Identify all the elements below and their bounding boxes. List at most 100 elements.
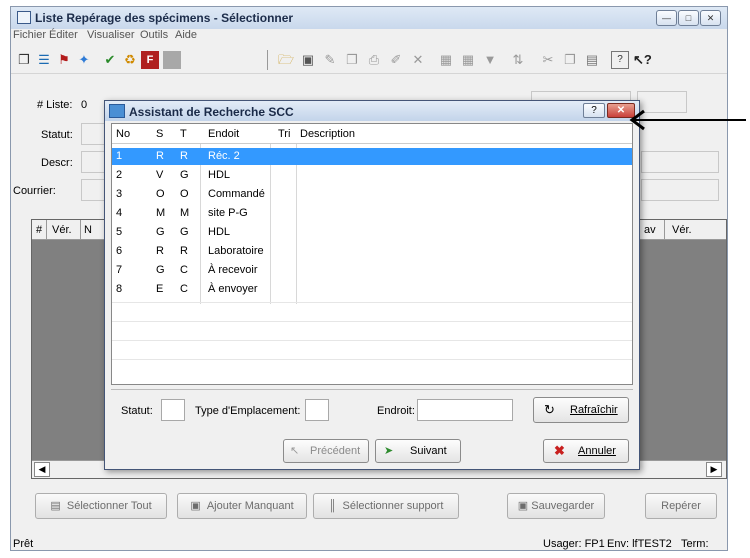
next-button[interactable]: ➤ Suivant <box>375 439 461 463</box>
row-s: M <box>156 207 166 219</box>
status-ready: Prêt <box>13 538 34 550</box>
print-icon[interactable]: ⎙ <box>365 51 383 69</box>
dialog-endroit-field[interactable] <box>417 399 513 421</box>
menu-visualiser[interactable]: Visualiser <box>87 29 135 41</box>
row-s: G <box>156 226 165 238</box>
list-row[interactable]: 1 R R Réc. 2 <box>112 148 632 165</box>
minimize-button[interactable]: — <box>656 10 677 26</box>
add-missing-button[interactable]: ▣ Ajouter Manquant <box>177 493 307 519</box>
liste-label: # Liste: <box>37 99 73 111</box>
save-button[interactable]: ▣ Sauvegarder <box>507 493 605 519</box>
dialog-help-button[interactable]: ? <box>583 103 605 118</box>
menu-outils[interactable]: Outils <box>140 29 168 41</box>
copy-icon[interactable]: ❐ <box>15 51 33 69</box>
dialog-separator <box>111 389 633 390</box>
dialog-title: Assistant de Recherche SCC <box>129 105 294 119</box>
list-row[interactable]: 6 R R Laboratoire <box>112 243 632 260</box>
scroll-right-icon[interactable]: ▶ <box>706 462 722 477</box>
row-t: G <box>180 169 189 181</box>
recycle-icon[interactable]: ♻ <box>121 51 139 69</box>
toolbar-separator <box>267 50 268 70</box>
cut-icon[interactable]: ✂ <box>539 51 557 69</box>
dialog-statut-label: Statut: <box>121 405 153 417</box>
list-col-t[interactable]: T <box>180 128 187 140</box>
row-line <box>112 321 632 322</box>
row-s: R <box>156 245 164 257</box>
dialog-statut-field[interactable] <box>161 399 185 421</box>
list-col-tri[interactable]: Tri <box>278 128 290 140</box>
location-list[interactable]: No S T Endoit Tri Description 1 R R Réc.… <box>111 123 633 385</box>
close-button[interactable]: ✕ <box>700 10 721 26</box>
f-icon[interactable]: F <box>141 51 159 69</box>
copy2-icon[interactable]: ❐ <box>561 51 579 69</box>
square-icon[interactable] <box>163 51 181 69</box>
sort-icon[interactable]: ⇅ <box>509 51 527 69</box>
menu-fichier[interactable]: Fichier <box>13 29 46 41</box>
filter-icon[interactable]: ▼ <box>481 51 499 69</box>
doc-forward-icon[interactable]: ▦ <box>459 51 477 69</box>
select-all-button[interactable]: ▤ Sélectionner Tout <box>35 493 167 519</box>
status-bar: Prêt Usager: FP1 Env: lfTEST2 Term: <box>11 536 727 551</box>
row-t: C <box>180 283 188 295</box>
help-icon[interactable]: ? <box>611 51 629 69</box>
wand-icon[interactable]: ✦ <box>75 51 93 69</box>
dialog-title-bar: Assistant de Recherche SCC ? ✕ <box>105 101 639 121</box>
cancel-button[interactable]: ✖ Annuler <box>543 439 629 463</box>
save-icon[interactable]: ▣ <box>299 51 317 69</box>
list-row[interactable]: 4 M M site P-G <box>112 205 632 222</box>
select-support-button[interactable]: ║ Sélectionner support <box>313 493 459 519</box>
row-t: G <box>180 226 189 238</box>
scroll-left-icon[interactable]: ◀ <box>34 462 50 477</box>
brush-icon[interactable]: ✐ <box>387 51 405 69</box>
grid-col-av[interactable]: av <box>644 224 656 236</box>
select-support-label: Sélectionner support <box>342 500 444 512</box>
edit-icon[interactable]: ✎ <box>321 51 339 69</box>
courrier-field-right[interactable] <box>641 179 719 201</box>
paste-icon[interactable]: ▤ <box>583 51 601 69</box>
context-help-icon[interactable]: ↖? <box>633 51 652 69</box>
refresh-icon: ↻ <box>544 402 555 417</box>
list-col-endoit[interactable]: Endoit <box>208 128 239 140</box>
search-person-icon[interactable]: ⚑ <box>55 51 73 69</box>
descr-field-right[interactable] <box>641 151 719 173</box>
list-row[interactable]: 3 O O Commandé <box>112 186 632 203</box>
menu-aide[interactable]: Aide <box>175 29 197 41</box>
find-button[interactable]: Repérer <box>645 493 717 519</box>
row-no: 6 <box>116 245 123 257</box>
check-icon[interactable]: ✔ <box>101 51 119 69</box>
list-col-no[interactable]: No <box>116 128 130 140</box>
row-t: O <box>180 188 189 200</box>
maximize-button[interactable]: □ <box>678 10 699 26</box>
grid-col-ver2[interactable]: Vér. <box>672 224 692 236</box>
tree-icon[interactable]: ☰ <box>35 51 53 69</box>
doc-back-icon[interactable]: ▦ <box>437 51 455 69</box>
dialog-type-field[interactable] <box>305 399 329 421</box>
grid-divider <box>80 220 81 240</box>
select-all-icon: ▤ <box>50 500 61 512</box>
list-row[interactable]: 8 E C À envoyer <box>112 281 632 298</box>
find-label: Repérer <box>661 500 701 512</box>
cancel-x-icon: ✖ <box>554 443 565 458</box>
previous-label: Précédent <box>310 445 361 457</box>
row-t: R <box>180 245 188 257</box>
next-arrow-icon: ➤ <box>384 445 394 457</box>
list-row[interactable]: 7 G C À recevoir <box>112 262 632 279</box>
add-missing-label: Ajouter Manquant <box>206 500 294 512</box>
list-col-description[interactable]: Description <box>300 128 355 140</box>
row-endoit: À envoyer <box>208 283 258 295</box>
grid-col-n[interactable]: N <box>84 224 92 236</box>
grid-col-ver[interactable]: Vér. <box>52 224 72 236</box>
previous-button[interactable]: ↖ Précédent <box>283 439 369 463</box>
new-doc-icon[interactable]: ❐ <box>343 51 361 69</box>
add-missing-icon: ▣ <box>190 500 201 512</box>
menu-editer[interactable]: Éditer <box>49 29 78 41</box>
dialog-endroit-label: Endroit: <box>377 405 415 417</box>
list-row[interactable]: 5 G G HDL <box>112 224 632 241</box>
list-row[interactable]: 2 V G HDL <box>112 167 632 184</box>
grid-col-hash[interactable]: # <box>36 224 42 236</box>
row-endoit: HDL <box>208 169 231 181</box>
refresh-button[interactable]: ↻ Rafraîchir <box>533 397 629 423</box>
delete-icon[interactable]: ✕ <box>409 51 427 69</box>
list-col-s[interactable]: S <box>156 128 163 140</box>
folder-open-icon[interactable]: 🗁 <box>277 51 295 69</box>
